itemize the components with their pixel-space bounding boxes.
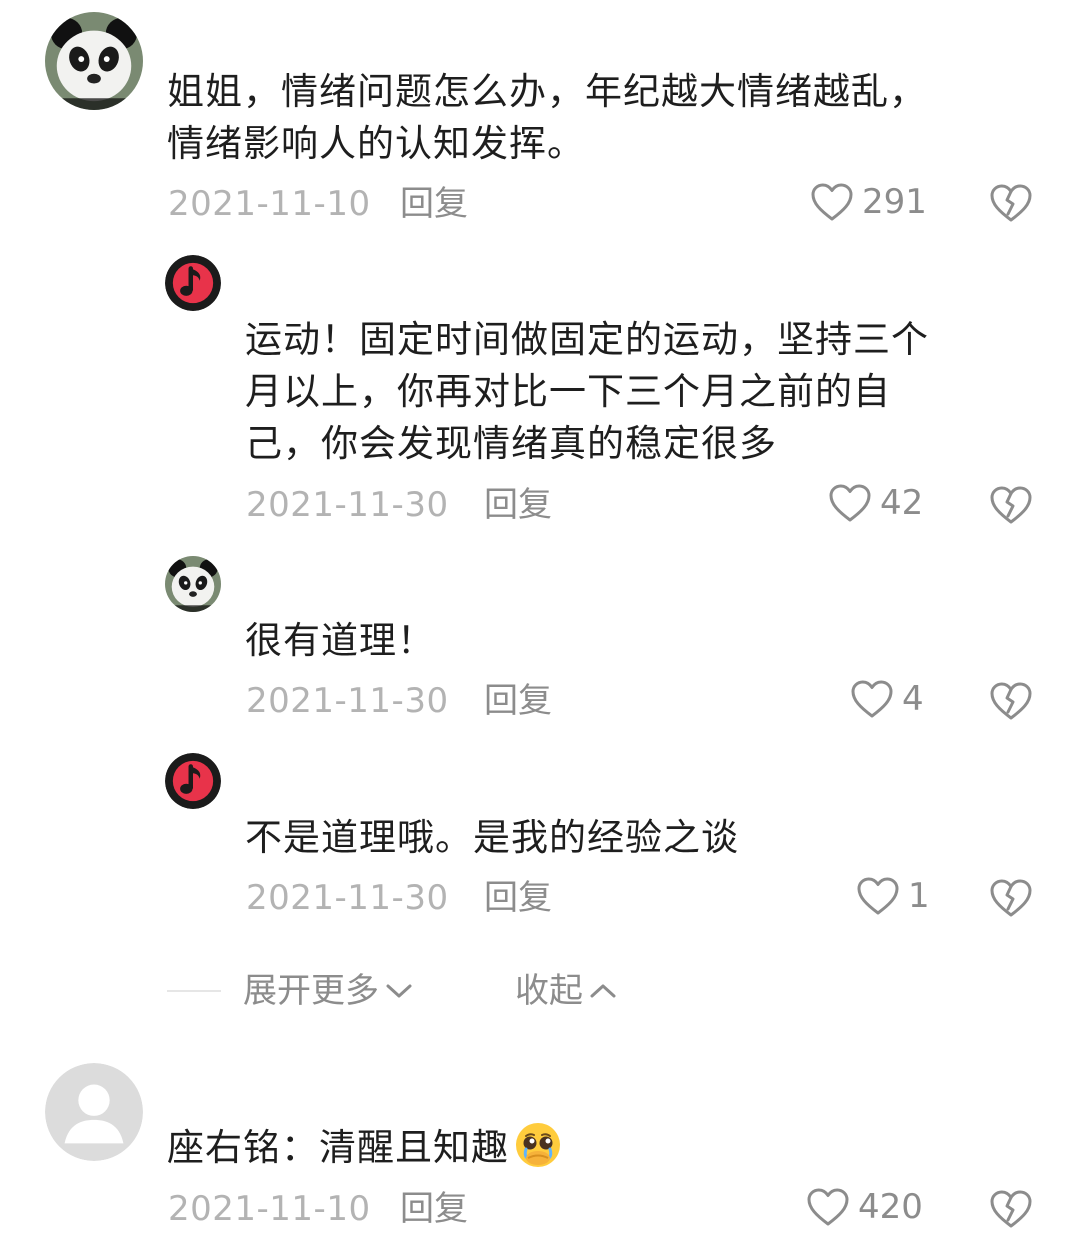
reply-date: 2021-11-30 <box>246 681 449 721</box>
reply-text: 很有道理！ <box>245 619 435 662</box>
reply-text: 不是道理哦。是我的经验之谈 <box>245 816 739 859</box>
dislike-broken-heart-icon[interactable] <box>989 484 1033 526</box>
dislike-broken-heart-icon[interactable] <box>989 680 1033 722</box>
like-count: 420 <box>858 1187 923 1227</box>
like-count: 4 <box>902 679 924 719</box>
comment-text-row: 座右铭：清醒且知趣 <box>167 1120 1047 1174</box>
like-button[interactable]: 4 <box>850 679 924 719</box>
expand-more-button[interactable]: 展开更多 <box>243 971 413 1011</box>
collapse-button[interactable]: 收起 <box>515 971 617 1011</box>
chevron-up-icon <box>590 984 616 998</box>
heart-icon <box>810 182 854 222</box>
pleading-face-emoji-icon <box>516 1123 560 1167</box>
collapse-label: 收起 <box>515 971 583 1011</box>
commenter-avatar-panda[interactable] <box>45 12 143 110</box>
heart-icon <box>806 1187 850 1227</box>
dislike-broken-heart-icon[interactable] <box>989 1188 1033 1230</box>
like-count: 42 <box>880 483 924 523</box>
reply-button[interactable]: 回复 <box>400 1189 468 1229</box>
like-button[interactable]: 420 <box>806 1187 923 1227</box>
thread-divider <box>167 990 221 992</box>
reply-text: 运动！固定时间做固定的运动，坚持三个 月以上，你再对比一下三个月之前的自 己，你… <box>245 318 929 465</box>
comment-date: 2021-11-10 <box>168 184 371 224</box>
panda-avatar-icon <box>165 556 221 612</box>
music-note-avatar-icon <box>165 255 221 311</box>
commenter-avatar-default[interactable] <box>45 1063 143 1161</box>
like-count: 1 <box>908 876 930 916</box>
heart-icon <box>828 483 872 523</box>
expand-more-label: 展开更多 <box>243 971 379 1011</box>
replier-avatar-music[interactable] <box>165 255 221 311</box>
reply-button[interactable]: 回复 <box>484 878 552 918</box>
heart-icon <box>850 679 894 719</box>
reply-button[interactable]: 回复 <box>400 184 468 224</box>
like-button[interactable]: 1 <box>856 876 930 916</box>
default-user-icon <box>45 1063 143 1161</box>
reply-date: 2021-11-30 <box>246 878 449 918</box>
dislike-broken-heart-icon[interactable] <box>989 877 1033 919</box>
like-button[interactable]: 42 <box>828 483 923 523</box>
heart-icon <box>856 876 900 916</box>
music-note-avatar-icon <box>165 753 221 809</box>
like-count: 291 <box>862 182 927 222</box>
like-button[interactable]: 291 <box>810 182 927 222</box>
comment-text: 座右铭：清醒且知趣 <box>167 1126 509 1169</box>
chevron-down-icon <box>386 984 412 998</box>
replier-avatar-panda[interactable] <box>165 556 221 612</box>
reply-date: 2021-11-30 <box>246 485 449 525</box>
panda-avatar-icon <box>45 12 143 110</box>
replier-avatar-music[interactable] <box>165 753 221 809</box>
dislike-broken-heart-icon[interactable] <box>989 182 1033 224</box>
reply-button[interactable]: 回复 <box>484 681 552 721</box>
reply-button[interactable]: 回复 <box>484 485 552 525</box>
comment-date: 2021-11-10 <box>168 1189 371 1229</box>
comment-text: 姐姐，情绪问题怎么办，年纪越大情绪越乱， 情绪影响人的认知发挥。 <box>167 70 927 165</box>
